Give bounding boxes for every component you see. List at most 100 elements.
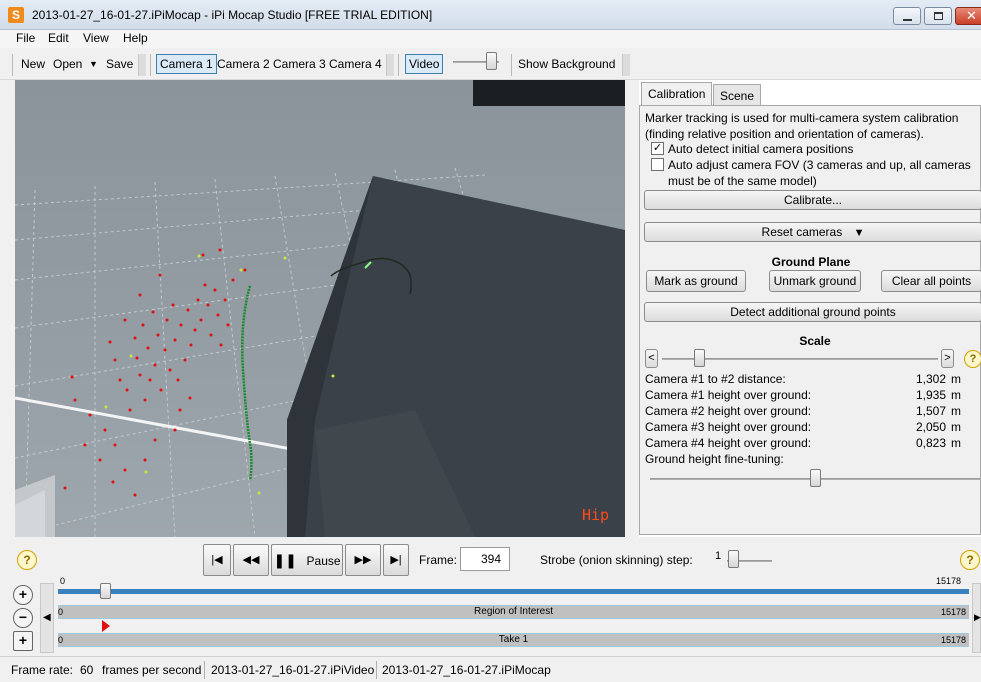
fast-forward-icon: ▶▶ xyxy=(354,554,372,566)
status-bar: Frame rate: 60 frames per second 2013-01… xyxy=(0,656,981,682)
take-start: 0 xyxy=(58,635,64,645)
auto-fov-checkbox[interactable] xyxy=(651,158,664,171)
scale-help-icon[interactable]: ? xyxy=(964,350,981,368)
timeline-end: 15178 xyxy=(936,576,962,586)
toolbar-grip[interactable] xyxy=(138,54,146,76)
open-button[interactable]: Open xyxy=(53,57,82,71)
auto-fov-label-line-2: must be of the same model) xyxy=(668,174,817,188)
first-frame-button[interactable]: |◀ xyxy=(203,544,231,576)
mark-as-ground-button[interactable]: Mark as ground xyxy=(646,270,746,292)
measurement-label: Camera #3 height over ground: xyxy=(645,420,812,434)
maximize-button[interactable] xyxy=(924,7,952,25)
new-button[interactable]: New xyxy=(21,57,45,71)
detect-ground-points-button[interactable]: Detect additional ground points xyxy=(644,302,981,322)
toolbar-divider xyxy=(511,54,512,76)
region-of-interest-label: Region of Interest xyxy=(474,606,553,617)
take-label: Take 1 xyxy=(498,634,529,645)
measurement-value: 0,823 xyxy=(915,436,946,450)
rewind-button[interactable]: ◀◀ xyxy=(233,544,269,576)
measurement-label: Camera #1 height over ground: xyxy=(645,388,812,402)
measurement-unit: m xyxy=(951,388,961,402)
3d-viewport[interactable]: Hip xyxy=(15,80,625,537)
reset-cameras-button[interactable]: Reset cameras ▼ xyxy=(644,222,981,242)
zoom-in-icon: + xyxy=(18,586,28,602)
minimize-button[interactable] xyxy=(893,7,921,25)
add-take-button[interactable]: + xyxy=(13,631,33,651)
measurement-unit: m xyxy=(951,436,961,450)
close-button[interactable]: ✕ xyxy=(955,7,981,25)
close-icon: ✕ xyxy=(966,8,977,23)
measurement-value: 1,935 xyxy=(915,388,946,402)
menu-file[interactable]: File xyxy=(16,31,35,45)
calibrate-button[interactable]: Calibrate... xyxy=(644,190,981,210)
scale-decrease-button[interactable]: < xyxy=(645,349,658,368)
clear-all-points-button[interactable]: Clear all points xyxy=(881,270,981,292)
measurement-value: 1,302 xyxy=(915,372,946,386)
scale-increase-button[interactable]: > xyxy=(941,349,954,368)
strobe-value: 1 xyxy=(715,550,722,562)
tab-calibration[interactable]: Calibration xyxy=(641,82,713,106)
chevron-left-icon: ◀ xyxy=(43,612,51,623)
zoom-in-button[interactable]: + xyxy=(13,585,33,605)
frame-rate-label: Frame rate: xyxy=(11,663,74,677)
chevron-right-icon: ▶ xyxy=(974,612,981,622)
tab-scene[interactable]: Scene xyxy=(713,84,762,105)
rewind-icon: ◀◀ xyxy=(242,554,260,566)
timeline-cursor[interactable] xyxy=(99,583,111,599)
measurement-unit: m xyxy=(951,404,961,418)
window-title: 2013-01-27_16-01-27.iPiMocap - iPi Mocap… xyxy=(32,8,433,22)
viewport-splitter[interactable] xyxy=(625,80,639,537)
save-button[interactable]: Save xyxy=(106,57,133,71)
ground-plane-heading: Ground Plane xyxy=(771,255,851,269)
toolbar-divider xyxy=(150,54,151,76)
strobe-slider-thumb[interactable] xyxy=(728,550,739,568)
pause-label: Pause xyxy=(306,554,341,568)
open-dropdown-icon[interactable]: ▼ xyxy=(89,59,98,69)
left-margin xyxy=(0,80,15,537)
menu-view[interactable]: View xyxy=(83,31,109,45)
timeline-scroll-right[interactable]: ▶ xyxy=(972,583,981,653)
description-line-2: (finding relative position and orientati… xyxy=(645,127,924,141)
toolbar-grip[interactable] xyxy=(622,54,630,76)
zoom-out-button[interactable]: − xyxy=(13,608,33,628)
timeline-scroll-left[interactable]: ◀ xyxy=(40,583,54,653)
minimize-icon xyxy=(903,19,912,21)
take-end: 15178 xyxy=(941,635,967,645)
description-line-1: Marker tracking is used for multi-camera… xyxy=(645,111,959,125)
video-slider-thumb[interactable] xyxy=(486,52,498,70)
video-toggle[interactable]: Video xyxy=(405,54,444,74)
frame-rate-value: 60 xyxy=(80,663,94,677)
region-of-interest-band[interactable]: Region of Interest xyxy=(58,605,969,619)
toolbar-grip[interactable] xyxy=(386,54,394,76)
scale-slider-thumb[interactable] xyxy=(693,349,705,367)
timeline-range-bar[interactable] xyxy=(58,589,969,594)
strobe-label: Strobe (onion skinning) step: xyxy=(540,553,693,567)
fine-tuning-label: Ground height fine-tuning: xyxy=(645,452,784,466)
marker-lane xyxy=(58,619,969,633)
menu-edit[interactable]: Edit xyxy=(48,31,69,45)
calibration-panel: Marker tracking is used for multi-camera… xyxy=(639,105,981,535)
camera-3-button[interactable]: Camera 3 xyxy=(273,57,326,71)
auto-detect-checkbox[interactable]: ✓ xyxy=(651,142,664,155)
fine-tuning-slider-thumb[interactable] xyxy=(809,469,821,487)
camera-2-button[interactable]: Camera 2 xyxy=(217,57,270,71)
reset-cameras-label: Reset cameras xyxy=(761,225,843,239)
pause-icon: ❚❚ xyxy=(273,552,297,568)
take-band[interactable]: Take 1 xyxy=(58,633,969,647)
hip-label: Hip xyxy=(582,506,609,524)
unmark-ground-button[interactable]: Unmark ground xyxy=(769,270,861,292)
player-help-icon[interactable]: ? xyxy=(17,550,37,570)
fast-forward-button[interactable]: ▶▶ xyxy=(345,544,381,576)
video-file-name: 2013-01-27_16-01-27.iPiVideo xyxy=(211,663,375,677)
status-divider xyxy=(376,661,377,679)
frame-input[interactable]: 394 xyxy=(460,547,510,571)
auto-fov-label-line-1: Auto adjust camera FOV (3 cameras and up… xyxy=(668,158,971,172)
strobe-help-icon[interactable]: ? xyxy=(960,550,980,570)
camera-4-button[interactable]: Camera 4 xyxy=(329,57,382,71)
measurement-value: 2,050 xyxy=(915,420,946,434)
last-frame-button[interactable]: ▶| xyxy=(383,544,409,576)
pause-button[interactable]: ❚❚ Pause xyxy=(271,544,343,576)
show-background-toggle[interactable]: Show Background xyxy=(518,57,615,71)
camera-1-button[interactable]: Camera 1 xyxy=(156,54,217,74)
menu-help[interactable]: Help xyxy=(123,31,148,45)
